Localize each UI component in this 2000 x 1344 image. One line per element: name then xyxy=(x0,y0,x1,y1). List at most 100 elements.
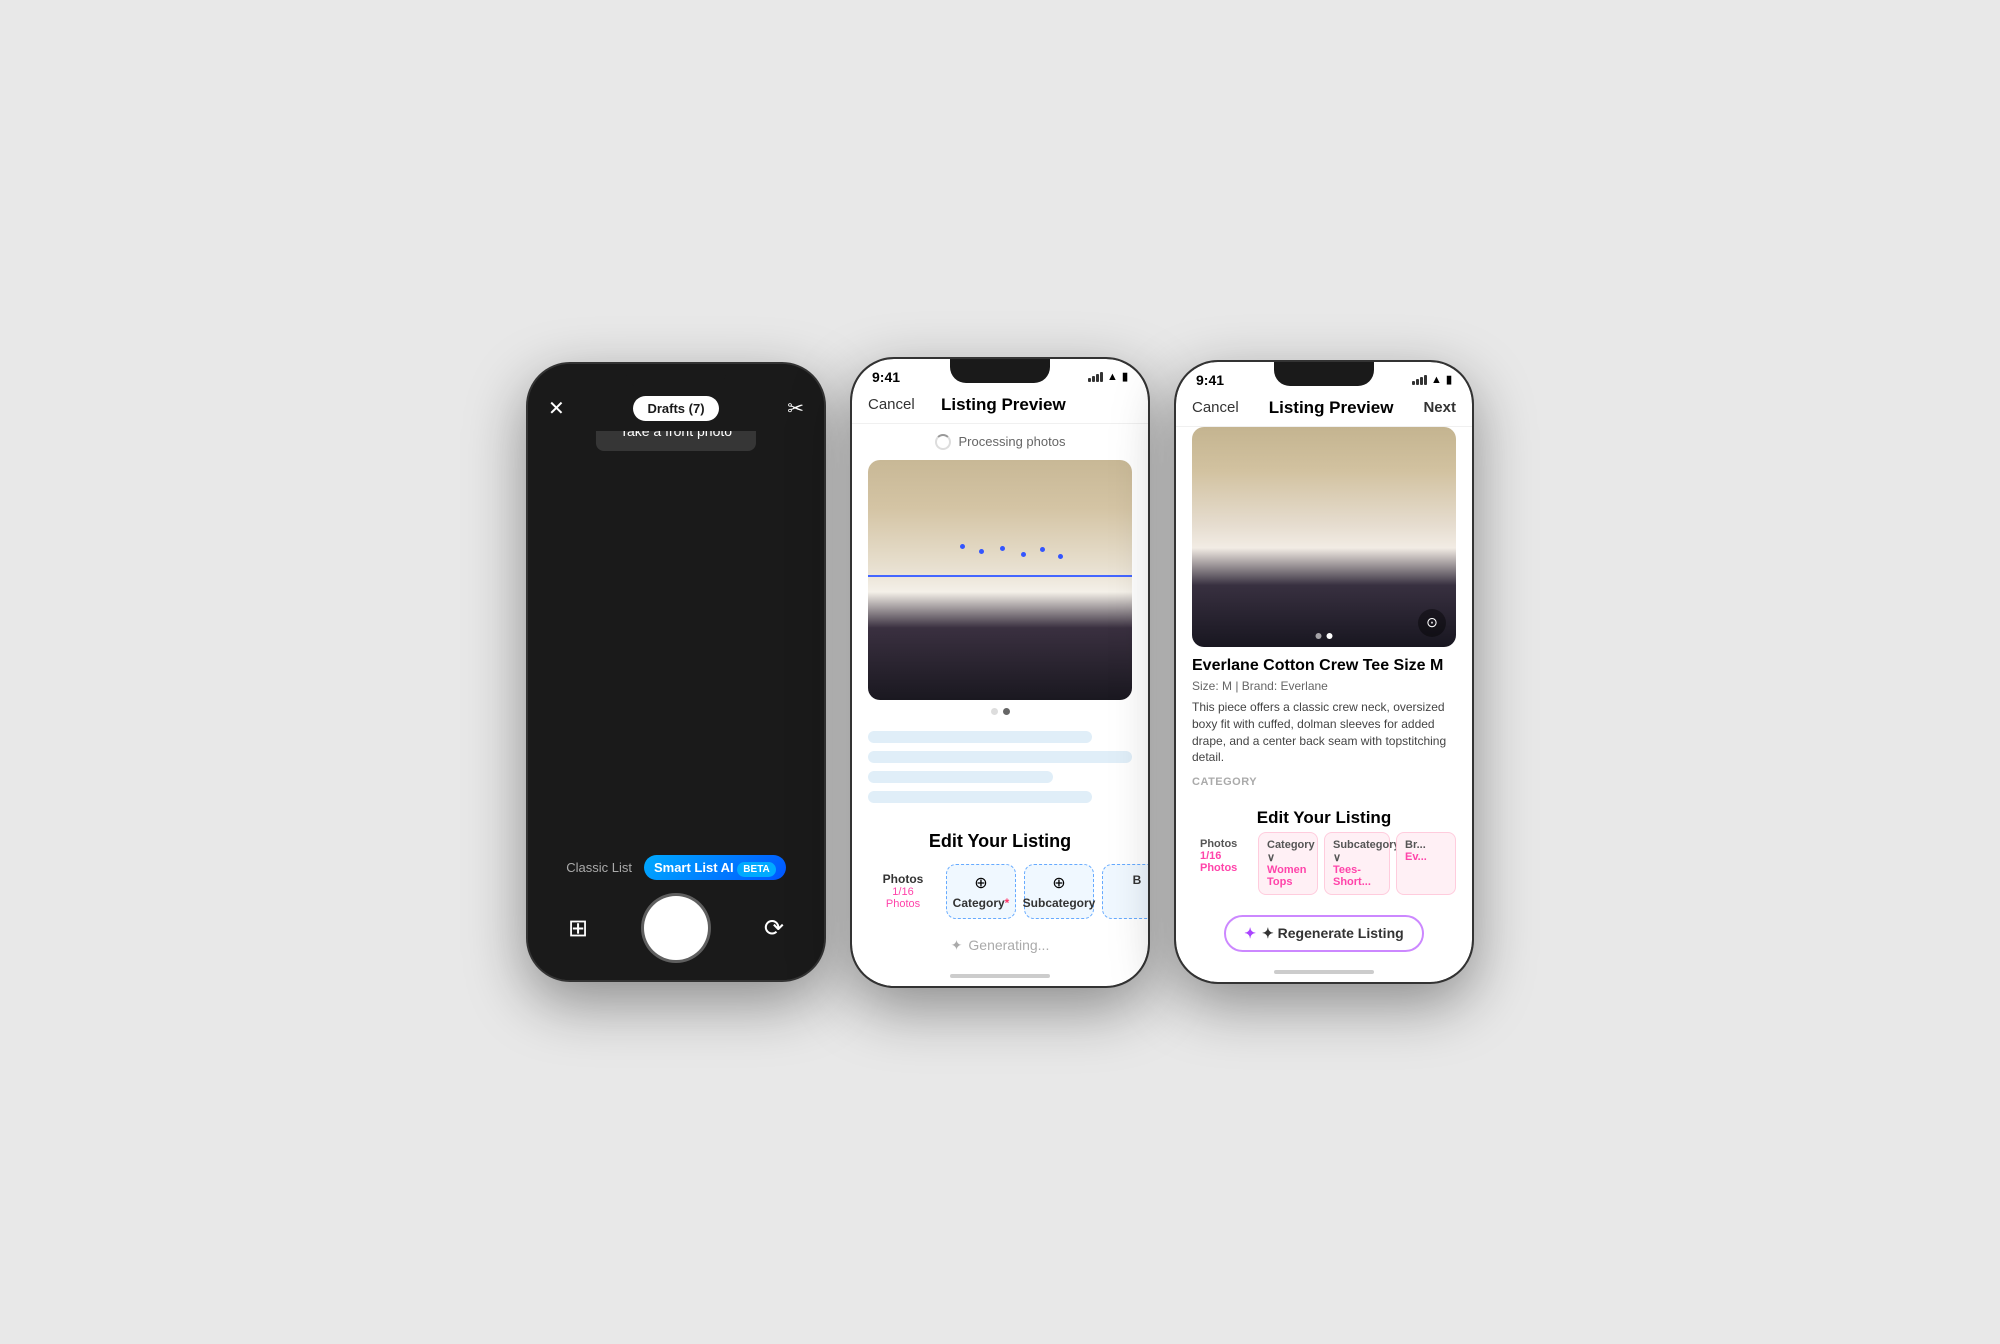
edit-listing-title-3: Edit Your Listing xyxy=(1176,802,1472,832)
beta-badge: BETA xyxy=(737,862,775,877)
regenerate-label: ✦ Regenerate Listing xyxy=(1262,925,1404,942)
scan-dot xyxy=(960,544,965,549)
status-time-3: 9:41 xyxy=(1196,372,1224,388)
tab-brand-2[interactable]: B xyxy=(1102,864,1148,919)
generating-sparkle-icon: ✦ xyxy=(951,937,963,954)
carousel-dots-2 xyxy=(852,700,1148,723)
tab3-brand-title: Br... xyxy=(1405,839,1447,851)
camera-screen: ✕ Drafts (7) ✂ Take a front photo Classi… xyxy=(528,364,824,980)
processing-label: Processing photos xyxy=(959,434,1066,449)
photo-camera-icon[interactable]: ⊙ xyxy=(1418,609,1446,637)
processing-spinner xyxy=(935,434,951,450)
signal-icon xyxy=(1088,372,1103,382)
gallery-icon[interactable]: ⊞ xyxy=(568,914,588,943)
scan-dot xyxy=(979,549,984,554)
signal-icon-3 xyxy=(1412,375,1427,385)
tab-category-label: Category* xyxy=(953,896,1010,910)
skeleton-line-2 xyxy=(868,751,1132,763)
close-icon[interactable]: ✕ xyxy=(548,396,565,421)
listing-meta: Size: M | Brand: Everlane xyxy=(1192,679,1456,693)
photo-preview-img-2 xyxy=(868,460,1132,700)
next-button[interactable]: Next xyxy=(1423,399,1456,416)
regenerate-listing-button[interactable]: ✦ ✦ Regenerate Listing xyxy=(1224,915,1423,952)
scan-dot xyxy=(1058,554,1063,559)
status-time-2: 9:41 xyxy=(872,369,900,385)
cancel-button-2[interactable]: Cancel xyxy=(868,396,915,413)
tab-category-2[interactable]: ⊕ Category* xyxy=(946,864,1016,919)
screen-header-2: Cancel Listing Preview xyxy=(852,391,1148,424)
tab3-photos-value: 1/16 Photos xyxy=(1200,850,1244,874)
tab3-photos-title: Photos xyxy=(1200,838,1244,850)
edit-listing-section-2: Edit Your Listing Photos 1/16 Photos ⊕ C… xyxy=(852,819,1148,925)
tab3-brand[interactable]: Br... Ev... xyxy=(1396,832,1456,895)
category-section-label: CATEGORY xyxy=(1192,776,1456,788)
phone-1-camera: ✕ Drafts (7) ✂ Take a front photo Classi… xyxy=(526,362,826,982)
battery-icon: ▮ xyxy=(1122,370,1128,383)
screen-header-3: Cancel Listing Preview Next xyxy=(1176,394,1472,427)
photo-dot-1 xyxy=(1316,633,1322,639)
notch-1 xyxy=(626,364,726,388)
listing-info: Everlane Cotton Crew Tee Size M Size: M … xyxy=(1176,647,1472,802)
tab3-photos[interactable]: Photos 1/16 Photos xyxy=(1192,832,1252,895)
camera-controls: ⊞ ⟳ xyxy=(548,896,804,960)
regenerate-icon: ✦ xyxy=(1244,925,1256,942)
photo-preview-2 xyxy=(868,460,1132,700)
home-indicator-3 xyxy=(1176,962,1472,982)
scan-dot xyxy=(1000,546,1005,551)
scan-dot xyxy=(1040,547,1045,552)
tab3-category[interactable]: Category ∨ Women Tops xyxy=(1258,832,1318,895)
phone-3-listing: 9:41 ▲ ▮ Cancel Listing Preview Next ⊙ xyxy=(1174,360,1474,984)
listing-tabs-2: Photos 1/16 Photos ⊕ Category* ⊕ Subcate… xyxy=(852,864,1148,919)
screen-title-3: Listing Preview xyxy=(1269,398,1394,418)
tab-subcategory-icon: ⊕ xyxy=(1052,873,1065,893)
tab3-category-value: Women Tops xyxy=(1267,864,1309,888)
tab-category-icon: ⊕ xyxy=(974,873,987,893)
processing-screen: 9:41 ▲ ▮ Cancel Listing Preview Processi… xyxy=(852,359,1148,986)
scissors-icon[interactable]: ✂ xyxy=(787,396,804,421)
tab3-subcategory-title: Subcategory ∨ xyxy=(1333,839,1381,864)
home-bar-2 xyxy=(950,974,1050,978)
status-icons-2: ▲ ▮ xyxy=(1088,370,1128,383)
cancel-button-3[interactable]: Cancel xyxy=(1192,399,1239,416)
tab-photos-label: Photos xyxy=(883,872,924,886)
front-photo-label: Take a front photo xyxy=(596,431,756,451)
carousel-dot-2 xyxy=(1003,708,1010,715)
screen-title-2: Listing Preview xyxy=(941,395,1066,415)
tab3-subcategory[interactable]: Subcategory ∨ Tees- Short... xyxy=(1324,832,1390,895)
listing-photo-img xyxy=(1192,427,1456,647)
phone-2-processing: 9:41 ▲ ▮ Cancel Listing Preview Processi… xyxy=(850,357,1150,988)
tab-photos-2[interactable]: Photos 1/16 Photos xyxy=(868,864,938,919)
mode-selector: Classic List Smart List AI BETA xyxy=(548,855,804,880)
listing-screen: 9:41 ▲ ▮ Cancel Listing Preview Next ⊙ xyxy=(1176,362,1472,982)
home-indicator-2 xyxy=(852,966,1148,986)
camera-bottom: Classic List Smart List AI BETA ⊞ ⟳ xyxy=(528,843,824,980)
camera-flip-icon[interactable]: ⟳ xyxy=(764,914,784,943)
home-bar-3 xyxy=(1274,970,1374,974)
shutter-button[interactable] xyxy=(644,896,708,960)
tab-photos-sub: 1/16 Photos xyxy=(878,886,928,910)
generating-button: ✦ Generating... xyxy=(951,937,1050,954)
tab3-brand-value: Ev... xyxy=(1405,851,1447,863)
drafts-button[interactable]: Drafts (7) xyxy=(633,396,718,421)
photo-carousel-dots xyxy=(1316,633,1333,639)
listing-item-title: Everlane Cotton Crew Tee Size M xyxy=(1192,657,1456,675)
tab3-subcategory-value: Tees- Short... xyxy=(1333,864,1381,888)
status-icons-3: ▲ ▮ xyxy=(1412,373,1452,386)
notch-3 xyxy=(1274,362,1374,386)
skeleton-line-4 xyxy=(868,791,1092,803)
tab-subcategory-label: Subcategory xyxy=(1023,896,1096,910)
tab-subcategory-2[interactable]: ⊕ Subcategory xyxy=(1024,864,1094,919)
skeleton-line-3 xyxy=(868,771,1053,783)
processing-bar: Processing photos xyxy=(852,424,1148,460)
notch-2 xyxy=(950,359,1050,383)
listing-photo: ⊙ xyxy=(1192,427,1456,647)
wifi-icon-3: ▲ xyxy=(1431,374,1442,386)
camera-viewfinder: Take a front photo xyxy=(528,431,824,843)
wifi-icon: ▲ xyxy=(1107,371,1118,383)
photo-dot-2 xyxy=(1327,633,1333,639)
smart-list-label[interactable]: Smart List AI BETA xyxy=(644,855,786,880)
skeleton-line-1 xyxy=(868,731,1092,743)
classic-list-label[interactable]: Classic List xyxy=(566,860,632,875)
tab-brand-label: B xyxy=(1133,873,1142,887)
edit-listing-title-2: Edit Your Listing xyxy=(852,831,1148,852)
